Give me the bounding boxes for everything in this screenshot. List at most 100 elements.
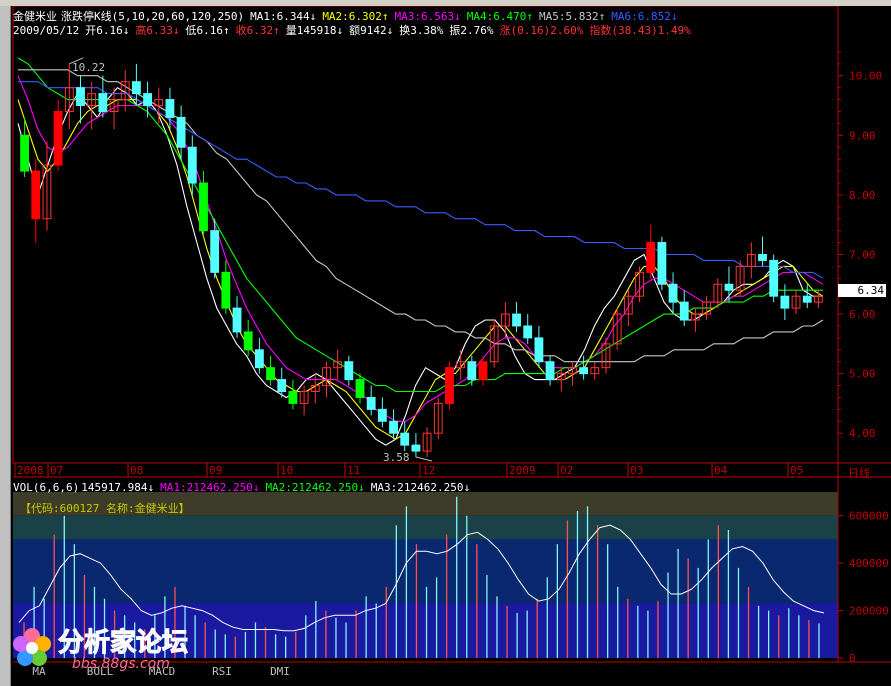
- ma-line-ma3: [17, 75, 824, 422]
- vol-band-mid: [13, 539, 838, 604]
- candle-body: [243, 331, 253, 351]
- ma1-label: MA1:6.344↓: [250, 10, 317, 23]
- ma-line-ma2: [17, 99, 824, 440]
- candle-body: [646, 242, 656, 273]
- candle-body: [802, 295, 812, 303]
- date-label: 08: [130, 464, 143, 477]
- candle-body: [266, 367, 275, 381]
- candle-body: [478, 361, 488, 381]
- date-label: 04: [714, 464, 728, 477]
- price-tick-label: 10.00: [849, 70, 882, 83]
- candle-body: [288, 391, 298, 404]
- ma3-label: MA3:6.563↓: [394, 10, 461, 23]
- candle-body: [355, 379, 365, 398]
- candle-body: [377, 408, 387, 422]
- candle-body: [187, 146, 197, 184]
- candle-body: [232, 307, 242, 333]
- vol-tick-label: 600000: [849, 510, 889, 523]
- date-label: 2009: [509, 464, 536, 477]
- date-label: 07: [50, 464, 63, 477]
- price-tick-label: 8.00: [849, 189, 876, 202]
- quote-turnover: 换3.38%: [399, 24, 444, 37]
- date-label: 05: [790, 464, 803, 477]
- date-label: 03: [630, 464, 643, 477]
- left-scrollbar[interactable]: [0, 0, 11, 686]
- ma4-label: MA4:6.470↑: [466, 10, 534, 23]
- date-label: 11: [347, 464, 360, 477]
- quote-open: 开6.16↓: [85, 24, 130, 37]
- candle-body: [210, 230, 220, 273]
- vol-label: VOL(6,6,6): [13, 481, 80, 494]
- candle-body: [199, 182, 208, 232]
- candle-body: [131, 81, 141, 95]
- indicator-params: (5,10,20,60,120,250): [111, 10, 245, 23]
- ma6-label: MA6:6.852↓: [611, 10, 678, 23]
- indicator-name: 涨跌停K线: [61, 10, 112, 23]
- price-tick-label: 6.00: [849, 308, 876, 321]
- candle-body: [98, 93, 108, 112]
- max-price-label: 10.22: [72, 61, 106, 74]
- chart-frame: 4.00 5.00 6.00 7.00 8.00 9.00 10.00 2008 07 08 09 1…: [12, 5, 891, 665]
- quote-amplitude: 振2.76%: [449, 24, 494, 37]
- candle-body: [366, 396, 376, 410]
- candle-body: [545, 361, 555, 381]
- vol-tick-label: 200000: [849, 605, 889, 618]
- ma2-label: MA2:6.302↑: [322, 10, 389, 23]
- moving-average-lines: [17, 57, 824, 446]
- quote-date: 2009/05/12: [13, 24, 80, 37]
- quote-index: 指数(38.43)1.49%: [589, 24, 691, 37]
- date-label: 09: [209, 464, 222, 477]
- ma-line-ma5: [18, 69, 824, 363]
- candle-body: [758, 253, 767, 261]
- candle-body: [668, 283, 678, 303]
- candle-body: [467, 361, 477, 381]
- candle-body: [579, 367, 589, 375]
- date-label: 12: [422, 464, 435, 477]
- min-price-label: 3.58: [383, 451, 410, 464]
- candle-body: [344, 361, 354, 381]
- vol-ma3: MA3:212462.250↓: [370, 481, 471, 494]
- price-tick-label: 7.00: [849, 248, 876, 261]
- candle-body: [724, 283, 734, 291]
- quote-high: 高6.33↓: [135, 24, 180, 37]
- ma-line-ma6: [18, 81, 824, 279]
- candle-body: [31, 170, 41, 220]
- vol-ma2: MA2:212462.250↓: [265, 481, 365, 494]
- logo-url: bbs.88gs.com: [72, 656, 170, 672]
- candle-body: [143, 93, 152, 107]
- ma-line-ma4: [17, 57, 823, 393]
- price-tick-label: 4.00: [849, 427, 876, 440]
- min-marker-line: [415, 456, 433, 462]
- quote-change: 涨(0.16)2.60%: [499, 24, 584, 37]
- current-price-label: 6.34: [838, 284, 886, 297]
- quote-close: 收6.32↑: [235, 24, 280, 37]
- candle-body: [769, 259, 779, 297]
- candle-body: [254, 349, 264, 369]
- candle-body: [277, 379, 287, 393]
- toolbar-strip: [0, 0, 891, 6]
- logo-title: 分析家论坛: [57, 628, 189, 659]
- candle-body: [400, 432, 410, 446]
- candle-body: [780, 295, 790, 309]
- candle-body: [445, 367, 454, 404]
- candlesticks: [20, 63, 823, 458]
- candle-body: [20, 134, 30, 172]
- tab-dmi[interactable]: DMI: [252, 663, 308, 681]
- candle-body: [53, 110, 63, 166]
- vol-tick-label: 400000: [849, 557, 889, 570]
- quote-header: 2009/05/12 开6.16↓ 高6.33↓ 低6.16↑ 收6.32↑ 量14591…: [13, 24, 697, 37]
- candle-body: [176, 116, 186, 148]
- candle-body: [76, 87, 85, 107]
- candle-body: [411, 444, 421, 452]
- candle-body: [221, 271, 231, 309]
- code-label: 【代码:600127 名称:金健米业】: [20, 502, 190, 515]
- main-header: 金健米业 涨跌停K线(5,10,20,60,120,250) MA1:6.344↓ M…: [13, 10, 683, 23]
- vol-ma1: MA1:212462.250↓: [160, 481, 260, 494]
- forum-logo: 分析家论坛 bbs.88gs.com: [8, 618, 208, 680]
- period-label: 日线: [848, 467, 870, 480]
- candle-body: [389, 420, 398, 434]
- vol-value: 145917.984↓: [81, 481, 155, 494]
- quote-volume: 量145918↓: [285, 24, 344, 37]
- volume-header: VOL(6,6,6) 145917.984↓ MA1:212462.250↓ MA2:…: [13, 481, 476, 494]
- quote-amount: 额9142↓: [349, 24, 394, 37]
